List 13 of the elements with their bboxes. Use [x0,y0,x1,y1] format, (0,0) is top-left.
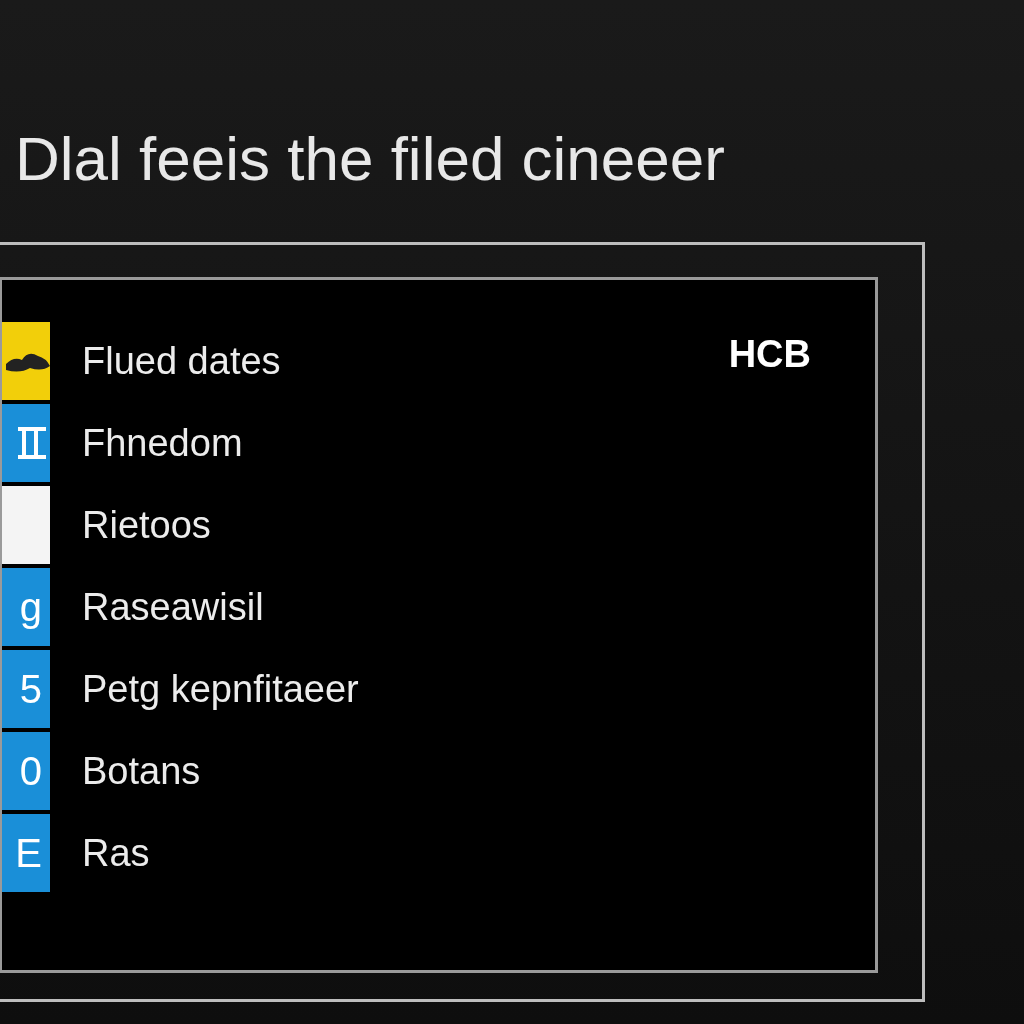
tile-glyph: 0 [19,751,42,791]
list-item[interactable]: Botans [82,742,201,800]
list-item[interactable]: Fhnedom [82,414,243,472]
list-item[interactable]: Petg kepnfitaeer [82,660,359,718]
badge-text: HCB [728,332,811,377]
tile-glyph: E [15,833,42,873]
page-heading: Dlal feeis the filed cineeer [15,128,726,190]
list-item[interactable]: Rietoos [82,496,211,554]
list-item[interactable]: Ras [82,824,150,882]
list-item[interactable]: Flued dates [82,332,281,390]
tile-glyph: g [19,587,42,627]
tile-glyph: 5 [19,669,42,709]
list-item[interactable]: Raseawisil [82,578,264,636]
